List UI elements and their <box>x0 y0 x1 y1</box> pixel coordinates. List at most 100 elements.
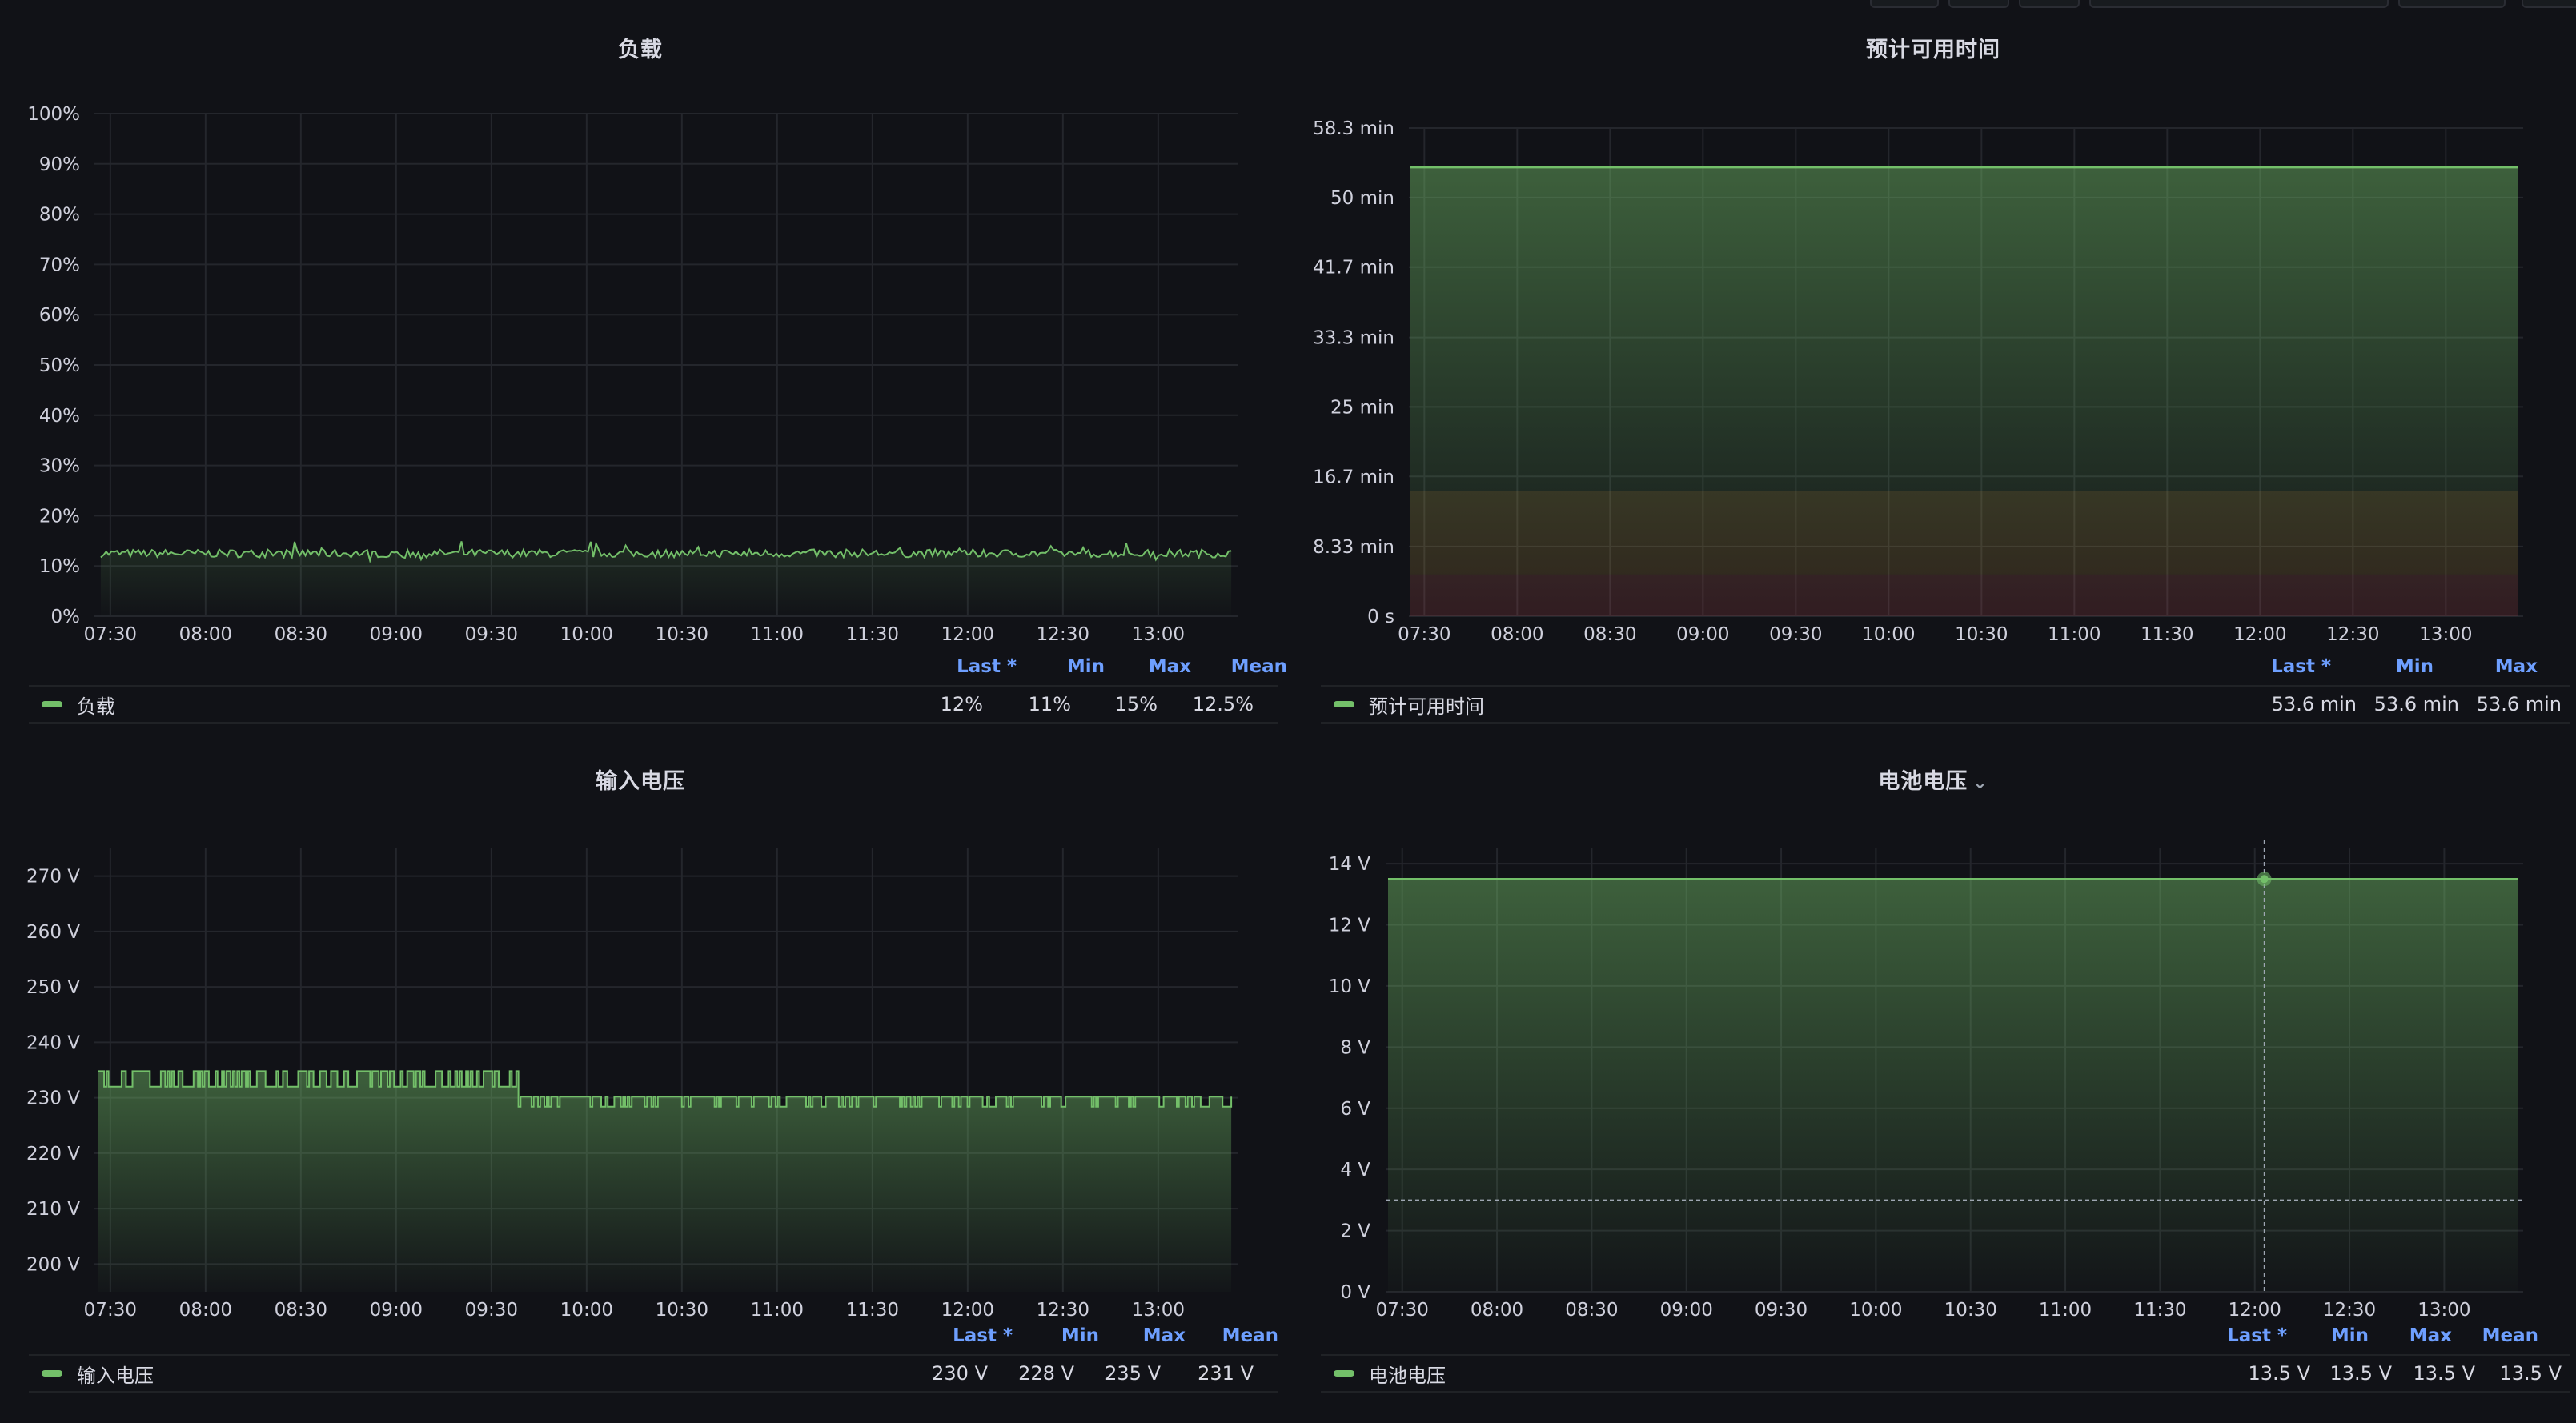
series-color-swatch[interactable] <box>1334 1370 1354 1377</box>
panel-load: 负载 0% 10% 20% 30% 40% 50% 60% 70% 80% 90% 100% 07:3… <box>0 0 1287 728</box>
legend-header-last[interactable]: Last * <box>921 656 1017 677</box>
x-tick-label: 07:30 <box>1376 1300 1429 1321</box>
legend-value-max: 53.6 min <box>2476 693 2562 716</box>
legend-header-min[interactable]: Min <box>2331 656 2434 677</box>
legend-value-last: 53.6 min <box>2271 693 2357 716</box>
x-tick-label: 08:30 <box>275 624 327 645</box>
legend-value-min: 53.6 min <box>2373 693 2459 716</box>
legend-header-mean[interactable]: Mean <box>1186 1325 1278 1346</box>
y-tick-label: 100% <box>27 104 80 125</box>
x-tick-label: 10:00 <box>1862 624 1915 645</box>
legend-header-last[interactable]: Last * <box>921 1325 1013 1346</box>
y-tick-label: 60% <box>39 305 80 326</box>
legend-series-row[interactable]: 负载 12% 11% 15% 12.5% <box>29 685 1278 724</box>
x-tick-label: 11:00 <box>751 624 804 645</box>
legend-header-last[interactable]: Last * <box>2235 656 2331 677</box>
x-tick-label: 10:00 <box>1849 1300 1902 1321</box>
y-tick-label: 260 V <box>26 922 80 943</box>
legend-value-min: 11% <box>1028 693 1071 716</box>
legend-header-max[interactable]: Max <box>1099 1325 1186 1346</box>
x-tick-label: 12:30 <box>1037 1300 1089 1321</box>
y-tick-label: 25 min <box>1330 397 1394 418</box>
legend-value-max: 15% <box>1114 693 1158 716</box>
x-tick-label: 13:00 <box>1132 1300 1185 1321</box>
x-tick-label: 12:00 <box>2229 1300 2281 1321</box>
series-name: 预计可用时间 <box>1369 695 1484 718</box>
hover-point <box>2260 875 2269 884</box>
y-tick-label: 2 V <box>1340 1221 1370 1242</box>
y-tick-label: 210 V <box>26 1199 80 1220</box>
y-tick-label: 50 min <box>1330 188 1394 209</box>
x-tick-label: 08:30 <box>1565 1300 1618 1321</box>
legend-header: Last * Min Max Mean <box>2195 1325 2538 1346</box>
y-tick-label: 0% <box>51 607 81 627</box>
legend-series-row[interactable]: 电池电压 13.5 V 13.5 V 13.5 V 13.5 V <box>1321 1354 2570 1393</box>
x-tick-label: 13:00 <box>2418 1300 2470 1321</box>
legend-series-row[interactable]: 输入电压 230 V 228 V 235 V 231 V <box>29 1354 1278 1393</box>
x-tick-label: 10:30 <box>1944 1300 1997 1321</box>
battery-voltage-chart[interactable]: 0 V 2 V 4 V 6 V 8 V 10 V 12 V 14 V 07:30 08:00 08:… <box>1290 730 2576 1370</box>
y-tick-label: 70% <box>39 255 80 275</box>
legend-value-min: 13.5 V <box>2329 1362 2392 1385</box>
panel-input-voltage: 输入电压 200 V 210 V 220 V 230 V 240 V 250 V 260 V… <box>0 730 1281 1423</box>
legend-value-max: 235 V <box>1105 1362 1161 1385</box>
legend-header-max[interactable]: Max <box>2434 656 2538 677</box>
y-tick-label: 250 V <box>26 977 80 998</box>
load-chart[interactable]: 0% 10% 20% 30% 40% 50% 60% 70% 80% 90% 100% 07:30 08… <box>0 0 1281 656</box>
x-tick-label: 07:30 <box>84 1300 137 1321</box>
y-tick-label: 41.7 min <box>1313 258 1394 279</box>
legend-header-max[interactable]: Max <box>2369 1325 2452 1346</box>
x-tick-label: 09:30 <box>465 1300 518 1321</box>
legend-header-mean[interactable]: Mean <box>2452 1325 2538 1346</box>
legend-value-last: 13.5 V <box>2248 1362 2310 1385</box>
legend-value-mean: 12.5% <box>1192 693 1254 716</box>
legend-series-row[interactable]: 预计可用时间 53.6 min 53.6 min 53.6 min <box>1321 685 2570 724</box>
y-tick-label: 10 V <box>1329 976 1371 997</box>
y-tick-label: 270 V <box>26 867 80 888</box>
y-tick-label: 90% <box>39 154 80 175</box>
x-tick-label: 08:00 <box>179 624 232 645</box>
legend-header-min[interactable]: Min <box>2287 1325 2369 1346</box>
input-voltage-chart[interactable]: 200 V 210 V 220 V 230 V 240 V 250 V 260 V 270 V… <box>0 730 1281 1370</box>
legend-value-min: 228 V <box>1018 1362 1074 1385</box>
x-tick-label: 12:30 <box>1037 624 1089 645</box>
x-tick-label: 09:30 <box>1769 624 1822 645</box>
legend-header-max[interactable]: Max <box>1105 656 1191 677</box>
series-color-swatch[interactable] <box>42 1370 62 1377</box>
y-tick-label: 10% <box>39 556 80 577</box>
x-tick-label: 10:00 <box>560 1300 613 1321</box>
x-tick-label: 09:30 <box>1755 1300 1808 1321</box>
x-tick-label: 09:30 <box>465 624 518 645</box>
x-tick-label: 11:30 <box>2141 624 2193 645</box>
series-area <box>1388 879 2518 1292</box>
x-tick-label: 08:00 <box>1471 1300 1523 1321</box>
panel-runtime: 预计可用时间 0 s 8.33 min 16.7 min 25 min 33.3 min… <box>1290 0 2576 728</box>
legend-header-last[interactable]: Last * <box>2195 1325 2287 1346</box>
x-tick-label: 11:00 <box>751 1300 804 1321</box>
x-tick-label: 12:00 <box>941 1300 994 1321</box>
panel-battery-voltage: 电池电压 ⌄ 0 V2 V4 V6 V8 V 10 V 12 V 14 V 07:30 08… <box>1290 730 2576 1423</box>
legend-header-min[interactable]: Min <box>1013 1325 1099 1346</box>
x-tick-label: 07:30 <box>1398 624 1451 645</box>
legend-value-mean: 231 V <box>1198 1362 1254 1385</box>
y-tick-label: 16.7 min <box>1313 467 1394 487</box>
series-color-swatch[interactable] <box>1334 701 1354 707</box>
series-name: 负载 <box>77 695 115 718</box>
legend-value-last: 230 V <box>932 1362 988 1385</box>
legend-header-mean[interactable]: Mean <box>1191 656 1287 677</box>
y-tick-label: 6 V <box>1340 1099 1370 1120</box>
series-color-swatch[interactable] <box>42 701 62 707</box>
runtime-chart[interactable]: 0 s 8.33 min 16.7 min 25 min 33.3 min 41.7 mi… <box>1290 0 2576 656</box>
y-tick-label: 30% <box>39 456 80 477</box>
legend-header: Last * Min Max Mean <box>921 656 1287 677</box>
x-tick-label: 11:00 <box>2039 1300 2092 1321</box>
y-tick-label: 14 V <box>1329 854 1371 875</box>
legend-header-min[interactable]: Min <box>1017 656 1105 677</box>
series-name: 输入电压 <box>77 1364 154 1387</box>
x-tick-label: 12:30 <box>2323 1300 2376 1321</box>
series-area <box>1410 167 2518 617</box>
y-tick-label: 40% <box>39 406 80 427</box>
y-tick-label: 230 V <box>26 1088 80 1109</box>
x-tick-label: 11:00 <box>2048 624 2101 645</box>
legend-header: Last * Min Max Mean <box>921 1325 1278 1346</box>
